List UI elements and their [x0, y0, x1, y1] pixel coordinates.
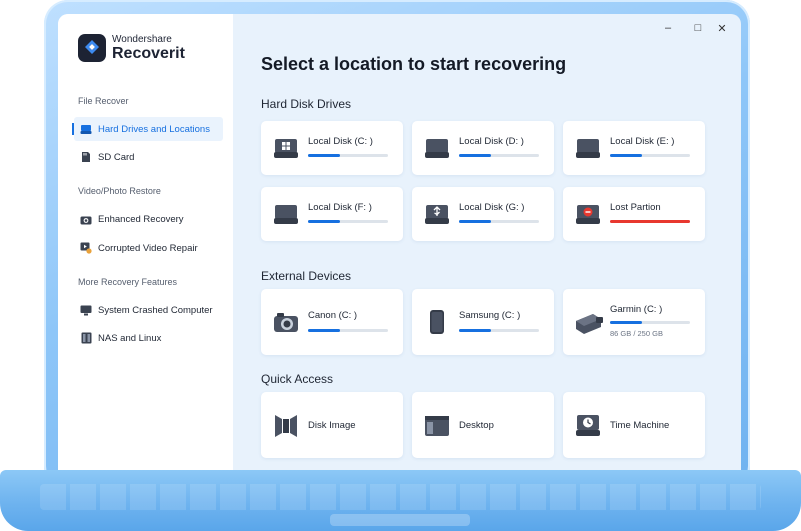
- close-button[interactable]: ✕: [715, 22, 729, 35]
- hard-drive-icon: [80, 123, 92, 135]
- nas-icon: [80, 332, 92, 344]
- usage-bar: [610, 220, 690, 223]
- sidebar: Wondershare Recoverit File Recover Hard …: [58, 14, 233, 470]
- usage-fill: [610, 154, 642, 157]
- time-machine-icon: [575, 413, 601, 439]
- device-card-garmin[interactable]: Garmin (C: ) 86 GB / 250 GB: [563, 289, 705, 355]
- usage-bar: [459, 154, 539, 157]
- card-label: Local Disk (C: ): [308, 136, 373, 147]
- disk-icon: [273, 201, 299, 227]
- card-label: Samsung (C: ): [459, 310, 521, 321]
- card-label: Local Disk (E: ): [610, 136, 675, 147]
- sidebar-item-label: SD Card: [98, 151, 135, 163]
- lost-partition-card[interactable]: Lost Partion: [563, 187, 705, 241]
- camera-icon: [80, 213, 92, 225]
- storage-usage-text: 86 GB / 250 GB: [610, 329, 663, 338]
- usage-fill: [308, 154, 340, 157]
- recoverit-logo-icon: [78, 34, 106, 62]
- usb-disk-icon: [424, 201, 450, 227]
- app-window: Wondershare Recoverit File Recover Hard …: [58, 14, 741, 470]
- desktop-icon: [424, 413, 450, 439]
- usage-bar: [610, 154, 690, 157]
- section-title-file-recover: File Recover: [78, 96, 129, 106]
- device-card-canon[interactable]: Canon (C: ): [261, 289, 403, 355]
- disk-card-g[interactable]: Local Disk (G: ): [412, 187, 554, 241]
- usage-fill: [459, 154, 491, 157]
- maximize-button[interactable]: □: [691, 22, 705, 34]
- usage-bar: [308, 220, 388, 223]
- brand: Wondershare Recoverit: [78, 34, 185, 62]
- quick-access-time-machine[interactable]: Time Machine: [563, 392, 705, 458]
- windows-disk-icon: [273, 135, 299, 161]
- minimize-button[interactable]: –: [661, 22, 675, 34]
- brand-company: Wondershare: [112, 33, 172, 45]
- usage-bar: [308, 329, 388, 332]
- card-label: Local Disk (G: ): [459, 202, 525, 213]
- device-card-samsung[interactable]: Samsung (C: ): [412, 289, 554, 355]
- monitor-icon: [80, 304, 92, 316]
- main-panel: – □ ✕ Select a location to start recover…: [233, 14, 741, 470]
- sidebar-item-label: Enhanced Recovery: [98, 213, 184, 225]
- sidebar-item-label: NAS and Linux: [98, 332, 162, 344]
- usage-fill: [308, 220, 340, 223]
- group-title-hard-disk: Hard Disk Drives: [261, 97, 352, 111]
- section-title-more-features: More Recovery Features: [78, 277, 178, 287]
- page-title: Select a location to start recovering: [261, 54, 567, 74]
- camera-device-icon: [273, 309, 299, 335]
- disk-image-icon: [273, 413, 299, 439]
- sd-card-icon: [80, 151, 92, 163]
- usage-fill: [308, 329, 340, 332]
- sidebar-item-label: Corrupted Video Repair: [98, 242, 198, 254]
- disk-card-c[interactable]: Local Disk (C: ): [261, 121, 403, 175]
- section-title-video-photo: Video/Photo Restore: [78, 186, 161, 196]
- phone-icon: [424, 309, 450, 335]
- usage-fill: [459, 220, 491, 223]
- card-label: Local Disk (D: ): [459, 136, 524, 147]
- card-label: Lost Partion: [610, 202, 661, 213]
- card-label: Time Machine: [610, 420, 670, 431]
- laptop-base: [0, 470, 801, 531]
- usage-fill: [610, 220, 690, 223]
- card-label: Desktop: [459, 420, 494, 431]
- card-label: Canon (C: ): [308, 310, 358, 321]
- sidebar-item-hard-drives[interactable]: Hard Drives and Locations: [72, 117, 223, 141]
- lost-partition-icon: [575, 201, 601, 227]
- disk-card-d[interactable]: Local Disk (D: ): [412, 121, 554, 175]
- usage-bar: [459, 329, 539, 332]
- disk-card-e[interactable]: Local Disk (E: ): [563, 121, 705, 175]
- sidebar-item-label: System Crashed Computer: [98, 304, 213, 316]
- sidebar-item-system-crashed[interactable]: System Crashed Computer: [74, 298, 223, 322]
- group-title-external: External Devices: [261, 269, 352, 283]
- usage-bar: [459, 220, 539, 223]
- card-label: Local Disk (F: ): [308, 202, 372, 213]
- sidebar-item-enhanced-recovery[interactable]: Enhanced Recovery: [74, 207, 223, 231]
- disk-icon: [575, 135, 601, 161]
- sidebar-item-nas-linux[interactable]: NAS and Linux: [74, 326, 223, 350]
- usage-fill: [610, 321, 642, 324]
- quick-access-disk-image[interactable]: Disk Image: [261, 392, 403, 458]
- garmin-device-icon: [575, 309, 603, 335]
- group-title-quick-access: Quick Access: [261, 372, 334, 386]
- sidebar-item-label: Hard Drives and Locations: [98, 123, 210, 135]
- sidebar-item-corrupted-video[interactable]: Corrupted Video Repair: [74, 236, 223, 260]
- disk-card-f[interactable]: Local Disk (F: ): [261, 187, 403, 241]
- sidebar-item-sd-card[interactable]: SD Card: [74, 145, 223, 169]
- usage-fill: [459, 329, 491, 332]
- video-repair-icon: [80, 242, 92, 254]
- card-label: Disk Image: [308, 420, 356, 431]
- card-label: Garmin (C: ): [610, 304, 663, 315]
- brand-product: Recoverit: [112, 44, 185, 62]
- usage-bar: [610, 321, 690, 324]
- disk-icon: [424, 135, 450, 161]
- usage-bar: [308, 154, 388, 157]
- quick-access-desktop[interactable]: Desktop: [412, 392, 554, 458]
